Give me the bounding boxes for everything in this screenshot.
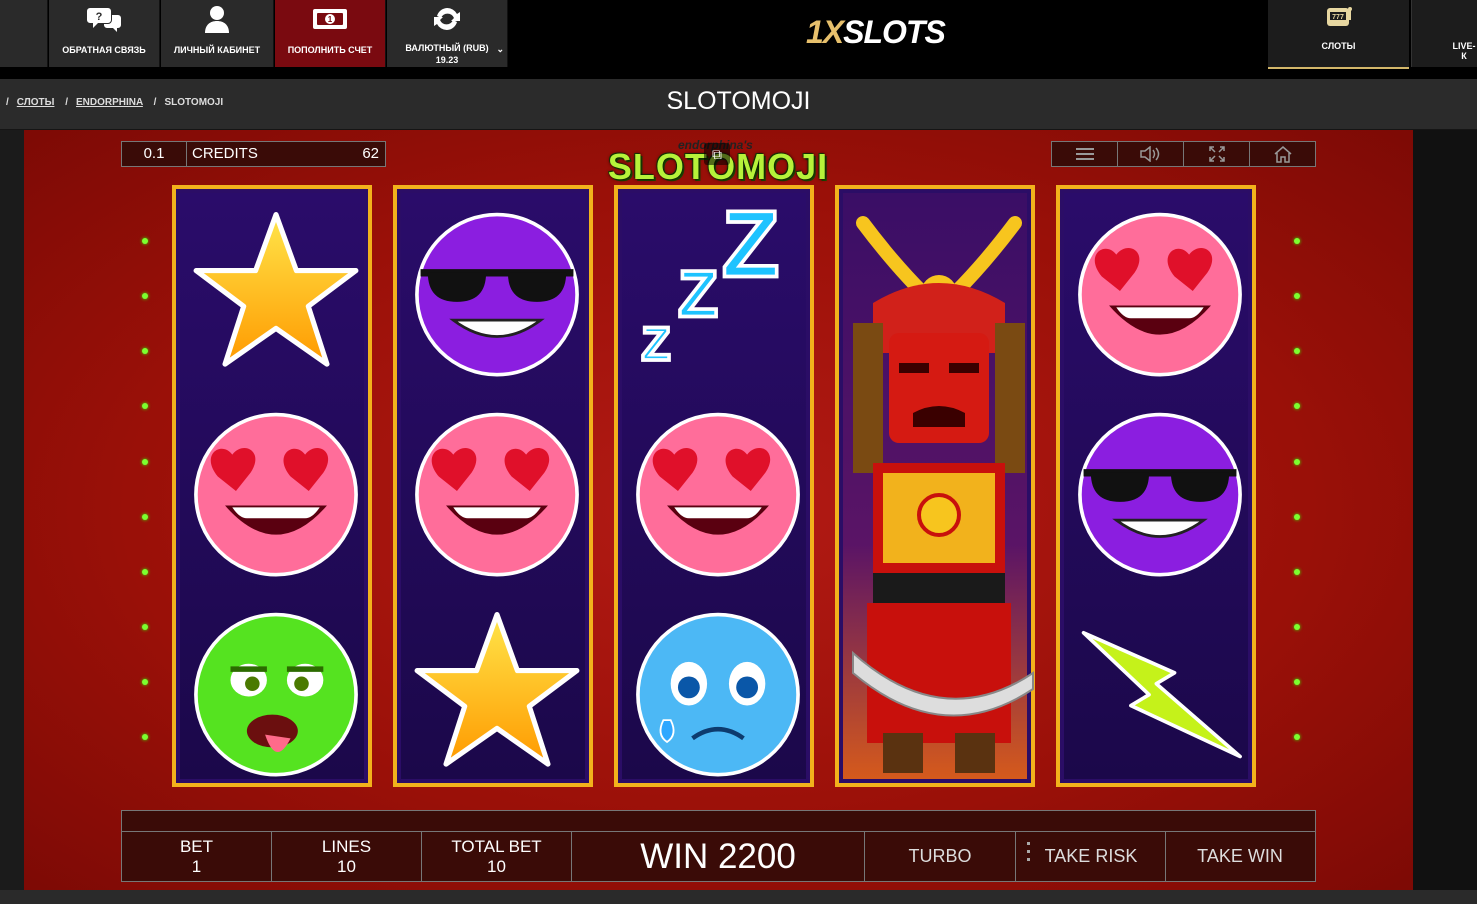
svg-text:Z: Z <box>722 200 780 297</box>
total-bet-value: 10 <box>487 857 506 876</box>
zzz-symbol: ZZZ <box>622 193 814 389</box>
svg-text:777: 777 <box>1332 14 1344 21</box>
topbar-edge-item[interactable] <box>0 0 48 67</box>
total-bet-label: TOTAL BET <box>451 837 542 856</box>
reel-2 <box>393 185 593 787</box>
sick-face-symbol <box>180 593 372 789</box>
message-bar <box>122 811 1315 832</box>
bottom-strip <box>0 890 1477 904</box>
popout-icon[interactable]: ⧉ <box>704 143 730 165</box>
star-symbol <box>180 193 372 389</box>
take-win-button[interactable]: TAKE WIN <box>1166 832 1314 881</box>
side-panel <box>1413 130 1477 890</box>
payline-dot-left <box>142 238 148 244</box>
bet-control[interactable]: BET 1 <box>122 832 272 881</box>
deposit-icon: 1 <box>275 6 385 32</box>
lines-value: 10 <box>337 857 356 876</box>
chevron-down-icon: ⌄ <box>496 44 504 54</box>
page-header: / СЛОТЫ / ENDORPHINA / SLOTOMOJI SLOTOMOJI <box>0 79 1477 130</box>
reel-1 <box>172 185 372 787</box>
total-bet-display: TOTAL BET 10 <box>422 832 572 881</box>
user-icon <box>161 6 273 33</box>
slot-machine-icon: 777 <box>1268 4 1409 28</box>
bet-value: 1 <box>191 857 202 876</box>
heart-eyes-symbol <box>1064 193 1256 389</box>
svg-text:Z: Z <box>642 318 671 371</box>
page-title: SLOTOMOJI <box>666 87 811 115</box>
sound-icon[interactable] <box>1118 142 1184 166</box>
nav-live-label: LIVE-К <box>1452 41 1476 61</box>
payline-dot-left <box>142 624 148 630</box>
reel-4 <box>835 185 1035 787</box>
nav-slots-label: СЛОТЫ <box>1321 41 1356 51</box>
menu-icon[interactable] <box>1052 142 1118 166</box>
payline-dot-left <box>142 679 148 685</box>
nav-slots[interactable]: 777 СЛОТЫ <box>1268 0 1409 69</box>
lightning-symbol <box>1064 593 1256 789</box>
currency-name: ВАЛЮТНЫЙ (RUB) <box>405 43 489 53</box>
payline-dot-left <box>142 569 148 575</box>
fullscreen-icon[interactable] <box>1184 142 1250 166</box>
lines-label: LINES <box>321 837 372 856</box>
svg-text:1: 1 <box>328 15 333 24</box>
currency-label: ВАЛЮТНЫЙ (RUB) 19.23 <box>387 42 507 66</box>
payline-dot-right <box>1294 293 1300 299</box>
feedback-button[interactable]: ? ОБРАТНАЯ СВЯЗЬ <box>49 0 160 67</box>
account-button[interactable]: ЛИЧНЫЙ КАБИНЕТ <box>161 0 274 67</box>
payline-dot-left <box>142 459 148 465</box>
sunglasses-symbol <box>1064 393 1256 589</box>
payline-dot-right <box>1294 624 1300 630</box>
top-bar: ? ОБРАТНАЯ СВЯЗЬ ЛИЧНЫЙ КАБИНЕТ 1 ПОПОЛН… <box>0 0 1477 79</box>
currency-button[interactable]: ВАЛЮТНЫЙ (RUB) 19.23 ⌄ <box>387 0 508 67</box>
svg-text:Z: Z <box>678 257 718 330</box>
deposit-label: ПОПОЛНИТЬ СЧЕТ <box>287 45 373 55</box>
payline-dot-left <box>142 348 148 354</box>
credits-label: CREDITS <box>192 145 258 162</box>
payline-dot-right <box>1294 403 1300 409</box>
heart-eyes-symbol <box>180 393 372 589</box>
reel-3: ZZZ <box>614 185 814 787</box>
payline-dot-left <box>142 293 148 299</box>
site-logo[interactable]: 1XSLOTS <box>806 14 972 50</box>
samurai-wild-symbol <box>843 193 1035 787</box>
reel-5 <box>1056 185 1256 787</box>
credits-value: 62 <box>362 145 379 162</box>
logo-rest: SLOTS <box>843 14 946 50</box>
heart-eyes-symbol <box>401 393 593 589</box>
payline-dot-right <box>1294 514 1300 520</box>
feedback-icon: ? <box>49 6 159 32</box>
feedback-label: ОБРАТНАЯ СВЯЗЬ <box>62 45 146 55</box>
logo-prefix: 1X <box>806 14 844 50</box>
payline-dot-left <box>142 514 148 520</box>
payline-dot-right <box>1294 238 1300 244</box>
lines-control[interactable]: LINES 10 <box>272 832 422 881</box>
bet-label: BET <box>179 837 214 856</box>
payline-dot-right <box>1294 679 1300 685</box>
game-canvas[interactable]: 0.1 CREDITS 62 endorphina's SLOTOMOJI ⧉ <box>24 130 1413 890</box>
win-display: WIN 2200 <box>572 832 865 881</box>
bet-denomination[interactable]: 0.1 <box>122 142 187 166</box>
game-controls <box>1051 141 1316 167</box>
sad-face-symbol <box>622 593 814 789</box>
bet-panel: BET 1 LINES 10 TOTAL BET 10 WIN 2200 TUR… <box>121 810 1316 882</box>
svg-text:?: ? <box>96 11 103 23</box>
sunglasses-symbol <box>401 193 593 389</box>
payline-dot-right <box>1294 734 1300 740</box>
refresh-icon <box>387 6 507 32</box>
star-symbol <box>401 593 593 789</box>
payline-dot-right <box>1294 459 1300 465</box>
take-risk-button[interactable]: TAKE RISK <box>1017 832 1166 881</box>
payline-dot-left <box>142 734 148 740</box>
payline-dot-right <box>1294 569 1300 575</box>
heart-eyes-symbol <box>622 393 814 589</box>
home-icon[interactable] <box>1250 142 1315 166</box>
account-label: ЛИЧНЫЙ КАБИНЕТ <box>173 45 261 55</box>
deposit-button[interactable]: 1 ПОПОЛНИТЬ СЧЕТ <box>275 0 386 67</box>
payline-dot-left <box>142 403 148 409</box>
turbo-button[interactable]: TURBO <box>865 832 1016 881</box>
currency-rate: 19.23 <box>435 55 459 65</box>
nav-live[interactable]: LIVE-К <box>1411 0 1477 67</box>
payline-dot-right <box>1294 348 1300 354</box>
credits-box: 0.1 CREDITS 62 <box>121 141 386 167</box>
